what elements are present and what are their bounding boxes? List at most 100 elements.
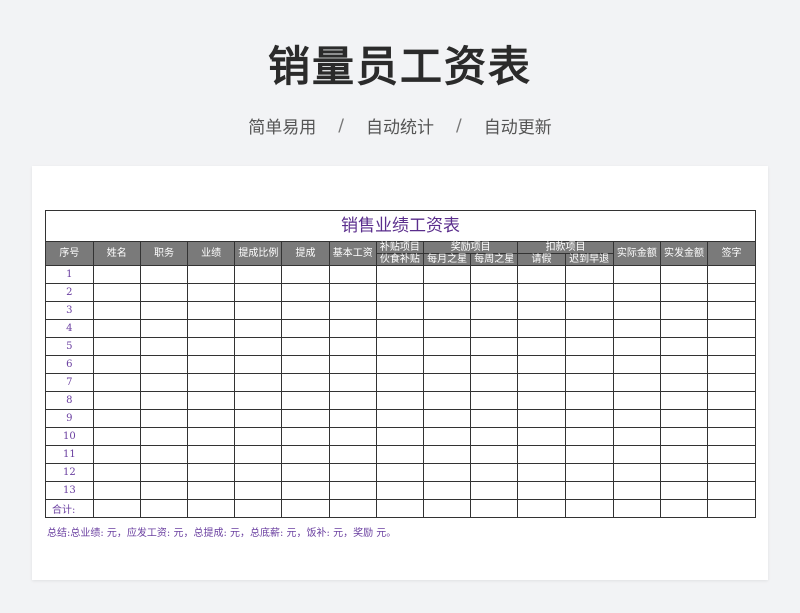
data-cell[interactable] xyxy=(707,391,755,410)
data-cell[interactable] xyxy=(187,481,236,500)
data-cell[interactable] xyxy=(139,373,189,392)
data-cell[interactable] xyxy=(517,265,566,284)
data-cell[interactable] xyxy=(707,445,755,464)
data-cell[interactable] xyxy=(707,355,755,374)
total-cell[interactable] xyxy=(328,499,377,517)
data-cell[interactable] xyxy=(328,265,377,284)
data-cell[interactable] xyxy=(659,427,709,446)
data-cell[interactable] xyxy=(281,391,330,410)
data-cell[interactable] xyxy=(92,391,141,410)
data-cell[interactable] xyxy=(328,481,377,500)
data-cell[interactable] xyxy=(375,319,425,338)
data-cell[interactable] xyxy=(612,463,661,482)
data-cell[interactable] xyxy=(422,409,472,428)
total-cell[interactable] xyxy=(234,499,283,517)
total-cell[interactable] xyxy=(564,499,614,517)
data-cell[interactable] xyxy=(422,337,472,356)
data-cell[interactable] xyxy=(422,463,472,482)
data-cell[interactable] xyxy=(328,463,377,482)
data-cell[interactable] xyxy=(707,283,755,302)
data-cell[interactable] xyxy=(234,355,283,374)
data-cell[interactable] xyxy=(92,337,141,356)
data-cell[interactable] xyxy=(234,445,283,464)
data-cell[interactable] xyxy=(281,427,330,446)
data-cell[interactable] xyxy=(564,445,614,464)
data-cell[interactable] xyxy=(139,355,189,374)
data-cell[interactable] xyxy=(422,391,472,410)
data-cell[interactable] xyxy=(92,265,141,284)
data-cell[interactable] xyxy=(612,301,661,320)
data-cell[interactable] xyxy=(612,355,661,374)
data-cell[interactable] xyxy=(612,373,661,392)
data-cell[interactable] xyxy=(375,373,425,392)
data-cell[interactable] xyxy=(234,373,283,392)
data-cell[interactable] xyxy=(187,319,236,338)
data-cell[interactable] xyxy=(612,445,661,464)
data-cell[interactable] xyxy=(281,409,330,428)
data-cell[interactable] xyxy=(328,391,377,410)
data-cell[interactable] xyxy=(375,265,425,284)
data-cell[interactable] xyxy=(281,445,330,464)
data-cell[interactable] xyxy=(422,283,472,302)
data-cell[interactable] xyxy=(139,481,189,500)
data-cell[interactable] xyxy=(422,319,472,338)
data-cell[interactable] xyxy=(470,445,519,464)
data-cell[interactable] xyxy=(422,301,472,320)
data-cell[interactable] xyxy=(328,427,377,446)
data-cell[interactable] xyxy=(517,427,566,446)
total-cell[interactable] xyxy=(92,499,141,517)
data-cell[interactable] xyxy=(375,283,425,302)
data-cell[interactable] xyxy=(707,337,755,356)
data-cell[interactable] xyxy=(281,481,330,500)
data-cell[interactable] xyxy=(564,427,614,446)
data-cell[interactable] xyxy=(517,463,566,482)
data-cell[interactable] xyxy=(328,301,377,320)
data-cell[interactable] xyxy=(612,319,661,338)
data-cell[interactable] xyxy=(470,391,519,410)
data-cell[interactable] xyxy=(517,391,566,410)
data-cell[interactable] xyxy=(612,409,661,428)
data-cell[interactable] xyxy=(470,373,519,392)
data-cell[interactable] xyxy=(375,337,425,356)
data-cell[interactable] xyxy=(328,373,377,392)
data-cell[interactable] xyxy=(92,427,141,446)
data-cell[interactable] xyxy=(375,445,425,464)
data-cell[interactable] xyxy=(92,301,141,320)
total-cell[interactable] xyxy=(659,499,709,517)
data-cell[interactable] xyxy=(707,301,755,320)
data-cell[interactable] xyxy=(92,409,141,428)
data-cell[interactable] xyxy=(92,481,141,500)
data-cell[interactable] xyxy=(234,301,283,320)
data-cell[interactable] xyxy=(281,463,330,482)
data-cell[interactable] xyxy=(187,265,236,284)
total-cell[interactable] xyxy=(281,499,330,517)
data-cell[interactable] xyxy=(187,283,236,302)
data-cell[interactable] xyxy=(659,265,709,284)
data-cell[interactable] xyxy=(375,409,425,428)
data-cell[interactable] xyxy=(612,265,661,284)
data-cell[interactable] xyxy=(470,337,519,356)
data-cell[interactable] xyxy=(564,409,614,428)
data-cell[interactable] xyxy=(139,445,189,464)
data-cell[interactable] xyxy=(328,355,377,374)
data-cell[interactable] xyxy=(328,283,377,302)
data-cell[interactable] xyxy=(328,445,377,464)
data-cell[interactable] xyxy=(187,391,236,410)
data-cell[interactable] xyxy=(659,373,709,392)
data-cell[interactable] xyxy=(564,319,614,338)
data-cell[interactable] xyxy=(707,373,755,392)
data-cell[interactable] xyxy=(422,481,472,500)
data-cell[interactable] xyxy=(517,409,566,428)
data-cell[interactable] xyxy=(281,319,330,338)
data-cell[interactable] xyxy=(139,283,189,302)
data-cell[interactable] xyxy=(612,481,661,500)
data-cell[interactable] xyxy=(659,319,709,338)
data-cell[interactable] xyxy=(517,355,566,374)
data-cell[interactable] xyxy=(564,283,614,302)
total-cell[interactable] xyxy=(375,499,425,517)
data-cell[interactable] xyxy=(234,481,283,500)
data-cell[interactable] xyxy=(659,301,709,320)
data-cell[interactable] xyxy=(659,463,709,482)
data-cell[interactable] xyxy=(470,265,519,284)
total-cell[interactable] xyxy=(422,499,472,517)
